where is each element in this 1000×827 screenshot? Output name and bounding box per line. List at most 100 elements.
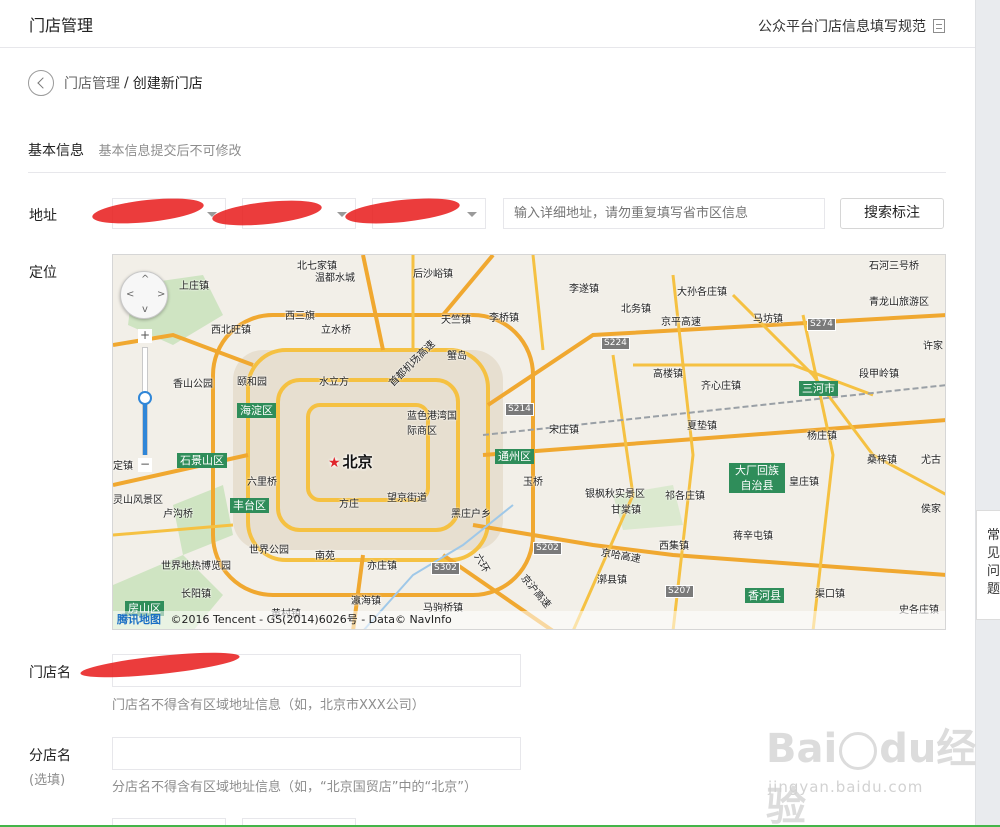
map-place: 甘棠镇 [611, 505, 641, 516]
map-place: 温都水城 [315, 273, 355, 284]
map-place: 上庄镇 [179, 281, 209, 292]
zoom-slider-handle[interactable] [138, 391, 152, 405]
pan-right-icon[interactable]: > [157, 289, 165, 300]
location-label: 定位 [29, 265, 57, 281]
back-circle-icon[interactable] [28, 70, 54, 96]
highway-shield: S202 [533, 542, 562, 555]
map-place: 渠口镇 [815, 589, 845, 600]
map-place: 蓝色港湾国际商区 [407, 411, 457, 437]
section-title: 基本信息 [28, 143, 84, 159]
store-name-tip: 门店名不得含有区域地址信息（如，北京市XXX公司） [112, 698, 425, 713]
pan-left-icon[interactable]: < [126, 289, 134, 300]
branch-name-input[interactable] [112, 737, 521, 770]
map-place: 西集镇 [659, 541, 689, 552]
zoom-out-button[interactable]: − [138, 458, 152, 472]
map-place: 蟹岛 [447, 351, 467, 362]
section-subtitle: 基本信息提交后不可修改 [98, 144, 242, 159]
map-place: 方庄 [339, 499, 359, 510]
highway-shield: S274 [807, 318, 836, 331]
district-badge: 大厂回族自治县 [729, 463, 785, 493]
branch-name-label: 分店名 (选填) [29, 745, 71, 788]
detail-address-input[interactable] [503, 198, 825, 229]
map-place: 后沙峪镇 [413, 269, 453, 280]
highway-shield: S207 [665, 585, 694, 598]
map-place: 六里桥 [247, 477, 277, 488]
basic-info-heading: 基本信息 基本信息提交后不可修改 [28, 140, 946, 173]
tencent-map-logo: 腾讯地图 [117, 613, 161, 626]
search-mark-button[interactable]: 搜索标注 [840, 198, 944, 229]
highway-shield: S214 [505, 403, 534, 416]
district-badge: 香河县 [745, 588, 784, 603]
breadcrumb-parent[interactable]: 门店管理 [64, 73, 120, 93]
map-place: 西北旺镇 [211, 325, 251, 336]
map-place: 立水桥 [321, 325, 351, 336]
pan-up-icon[interactable]: ^ [141, 274, 149, 285]
district-badge: 石景山区 [177, 453, 227, 468]
paw-icon [839, 732, 878, 770]
branch-name-label-text: 分店名 [29, 748, 71, 764]
breadcrumb-current: 创建新门店 [132, 76, 203, 92]
spec-link[interactable]: 公众平台门店信息填写规范 [758, 16, 945, 36]
map-place: 西三旗 [285, 311, 315, 322]
map-place: 李桥镇 [489, 313, 519, 324]
map-place: 许家 [923, 341, 943, 352]
map-place: 亦庄镇 [367, 561, 397, 572]
page-title: 门店管理 [29, 16, 94, 35]
district-badge: 海淀区 [237, 403, 276, 418]
right-gutter [975, 0, 1000, 827]
store-name-label: 门店名 [29, 665, 71, 681]
city-name: 北京 [342, 453, 373, 471]
district-badge: 通州区 [495, 449, 534, 464]
map-pan-control[interactable]: ^ v < > [120, 271, 168, 319]
map-place: 定镇 [113, 461, 133, 472]
map-place: 皇庄镇 [789, 477, 819, 488]
map-place: 石河三号桥 [869, 261, 919, 272]
pan-down-icon[interactable]: v [142, 304, 148, 315]
chevron-down-icon [467, 212, 477, 217]
map-place: 颐和园 [237, 377, 267, 388]
map-place: 灵山风景区 [113, 495, 163, 506]
map-place: 玉桥 [523, 477, 543, 488]
map-city: ★ 北京 [328, 451, 373, 472]
location-map[interactable]: 海淀区 石景山区 丰台区 通州区 房山区 三河市 大厂回族自治县 香河县 北七家… [112, 254, 946, 630]
breadcrumb: 门店管理 / 创建新门店 [28, 70, 203, 96]
watermark-text-b: du [879, 726, 937, 772]
document-icon[interactable] [933, 19, 945, 33]
map-place: 长阳镇 [181, 589, 211, 600]
district-badge: 三河市 [799, 381, 838, 396]
baidu-watermark: Bai du经验 [766, 716, 1000, 827]
map-place: 侯家 [921, 504, 941, 515]
top-bar: 门店管理 公众平台门店信息填写规范 [0, 0, 975, 48]
capital-star-icon: ★ [328, 455, 341, 471]
map-place: 黑庄户乡 [451, 509, 491, 520]
map-copyright: 腾讯地图 ©2016 Tencent - GS(2014)6026号 - Dat… [113, 611, 945, 629]
map-place: 祁各庄镇 [665, 491, 705, 502]
address-label: 地址 [29, 208, 57, 224]
copyright-text: ©2016 Tencent - GS(2014)6026号 - Data© Na… [170, 613, 452, 626]
breadcrumb-separator: / [124, 75, 129, 91]
watermark-text-a: Bai [766, 726, 838, 772]
map-place: 大孙各庄镇 [677, 287, 727, 298]
map-place: 杨庄镇 [807, 431, 837, 442]
map-place: 齐心庄镇 [701, 381, 741, 392]
map-place: 卢沟桥 [163, 509, 193, 520]
map-place: 蒋辛屯镇 [733, 531, 773, 542]
map-place: 桑梓镇 [867, 455, 897, 466]
map-place: 漷县镇 [597, 575, 627, 586]
highway-shield: S224 [601, 337, 630, 350]
map-place: 世界地热博览园 [161, 561, 231, 572]
map-place: 世界公园 [249, 545, 289, 556]
zoom-in-button[interactable]: + [138, 329, 152, 343]
map-place: 南苑 [315, 551, 335, 562]
optional-hint: (选填) [29, 773, 66, 788]
map-place: 马坊镇 [753, 314, 783, 325]
map-place: 宋庄镇 [549, 425, 579, 436]
map-place: 高楼镇 [653, 369, 683, 380]
map-place: 北务镇 [621, 304, 651, 315]
map-place: 京平高速 [661, 317, 701, 328]
watermark-url: jingyan.baidu.com [768, 778, 924, 796]
spec-link-label[interactable]: 公众平台门店信息填写规范 [758, 16, 926, 36]
map-place: 银枫秋实景区 [585, 489, 645, 500]
map-place: 天竺镇 [441, 315, 471, 326]
faq-tab[interactable]: 常见问题 [976, 510, 1000, 620]
